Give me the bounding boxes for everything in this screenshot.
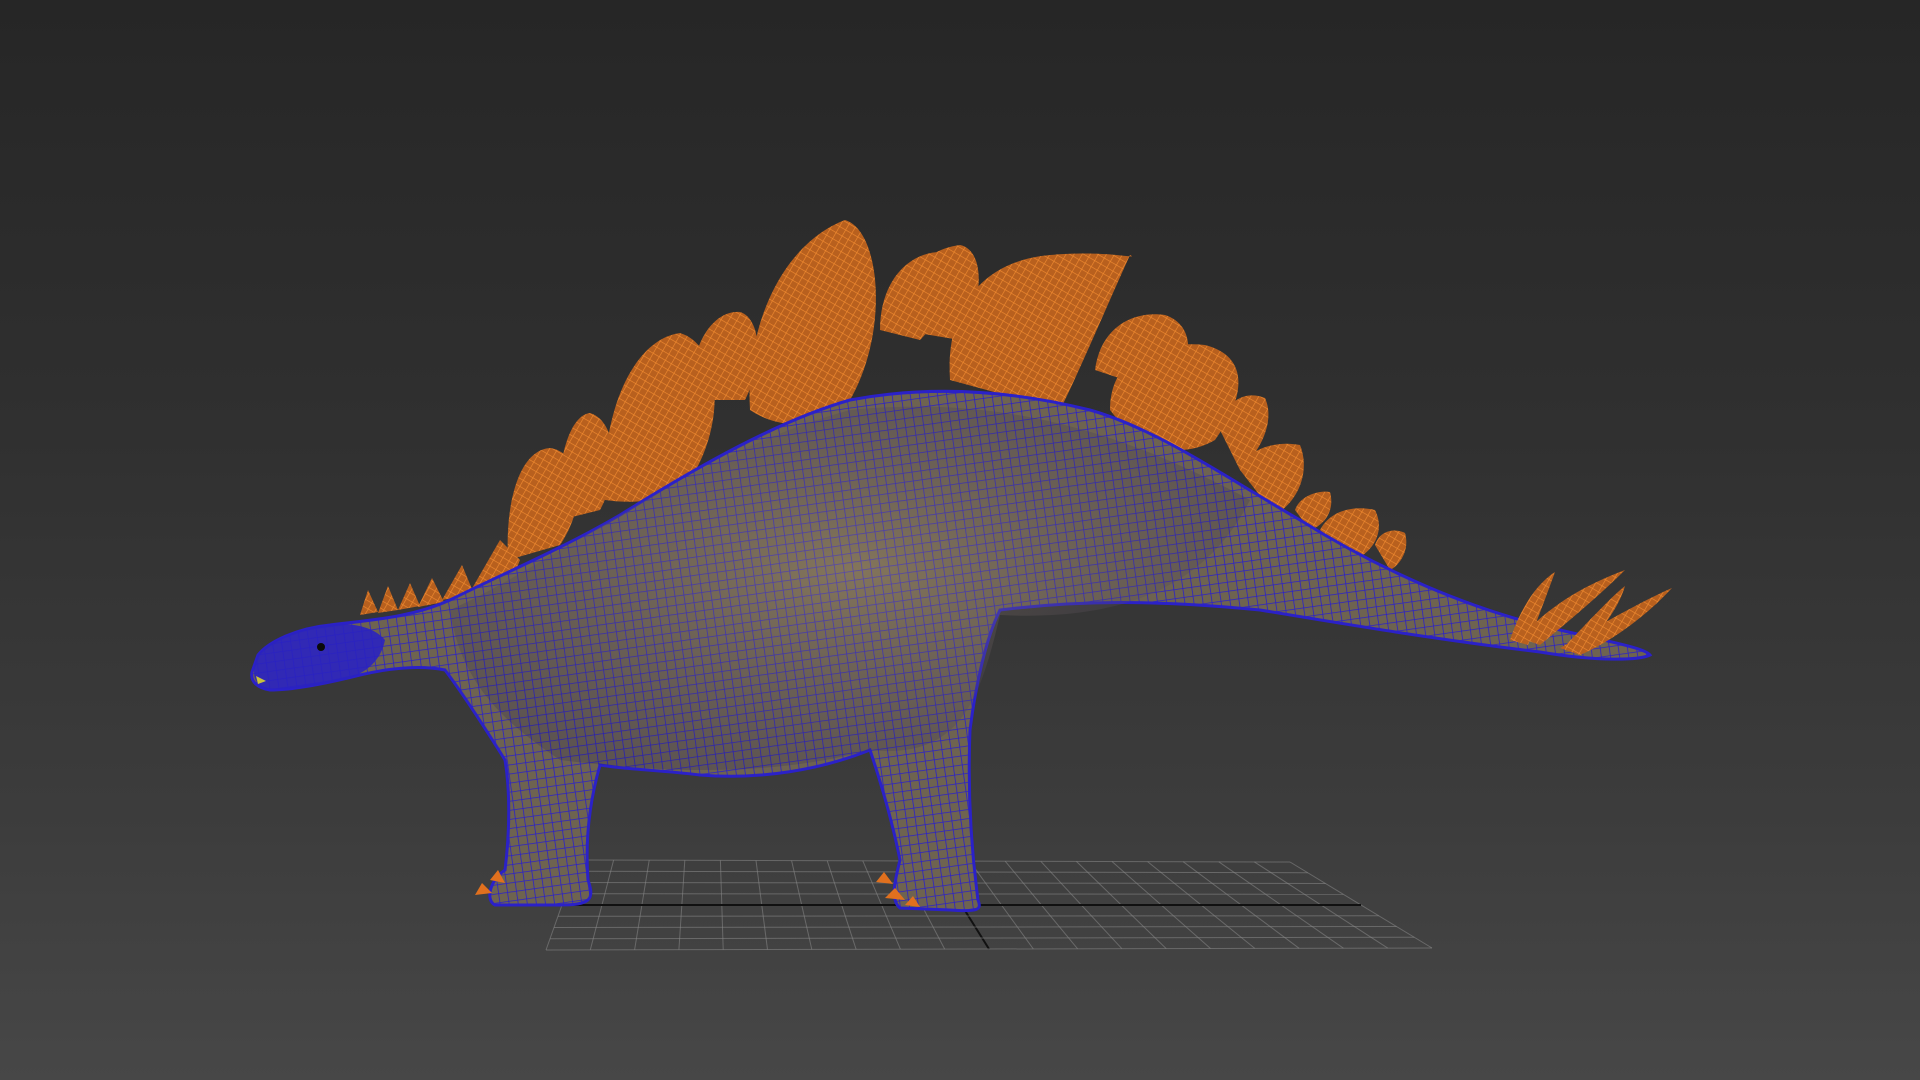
plate-neck-3 — [398, 583, 420, 610]
plate-5 — [749, 220, 876, 424]
stegosaurus-body — [250, 389, 1653, 913]
viewport-canvas[interactable] — [0, 0, 1920, 1080]
plate-4 — [690, 311, 758, 400]
ground-grid — [545, 859, 1433, 951]
eye — [317, 643, 325, 651]
tail-spikes — [1510, 570, 1672, 655]
3d-viewport[interactable] — [0, 0, 1920, 1080]
plate-neck-2 — [378, 586, 398, 613]
grid-line — [557, 915, 1379, 917]
plate-neck-1 — [360, 590, 378, 615]
head — [254, 624, 385, 689]
claw-hind-right — [876, 872, 893, 884]
